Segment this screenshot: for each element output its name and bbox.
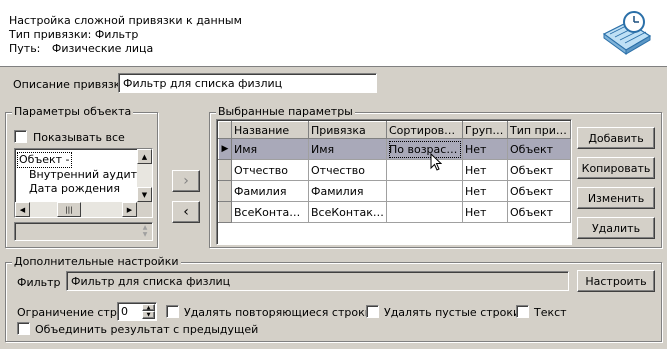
selected-params-legend: Выбранные параметры <box>216 105 355 118</box>
grid-cell[interactable]: ВсеКонтакты <box>231 201 309 223</box>
mouse-cursor-icon <box>430 152 443 175</box>
grid-cell[interactable]: Нет <box>462 138 508 160</box>
grid-header-row: Название Привязка Сортировать Групп... Т… <box>218 121 571 139</box>
edit-button[interactable]: Изменить <box>577 187 655 209</box>
extra-settings-legend: Дополнительные настройки <box>12 255 181 268</box>
scroll-right-icon[interactable]: ▶ <box>122 202 137 217</box>
grid-cell[interactable]: Нет <box>462 201 508 223</box>
grid-cell[interactable]: Фамилия <box>231 180 309 202</box>
table-row[interactable]: Отчество Отчество Нет Объект <box>218 159 571 181</box>
column-header[interactable]: Название <box>231 121 309 139</box>
dialog-title: Настройка сложной привязки к данным <box>9 14 242 27</box>
column-header[interactable]: Сортировать <box>386 121 463 139</box>
merge-results-label: Объединить результат с предыдущей <box>35 323 259 336</box>
remove-empty-checkbox[interactable] <box>366 305 379 318</box>
show-all-label: Показывать все <box>33 131 125 144</box>
tree-hscrollbar[interactable]: ◀ ||| ▶ <box>15 202 137 217</box>
object-spin-input: ▲ ▼ <box>14 222 153 241</box>
grid-cell[interactable]: Отчество <box>231 159 309 181</box>
tree-item[interactable]: Внутренний аудитор <box>17 168 151 182</box>
stepper-arrows[interactable]: ▲ ▼ <box>142 304 155 319</box>
remove-duplicates-checkbox[interactable] <box>166 305 179 318</box>
grid-cell[interactable]: Объект <box>507 159 571 181</box>
table-row[interactable]: ВсеКонтакты ВсеКонтакты Нет Объект <box>218 201 571 223</box>
path-line: Путь: Физические лица <box>9 42 153 55</box>
grid-cell[interactable]: Фамилия <box>308 180 387 202</box>
tree-vscrollbar[interactable]: ▲ ▼ <box>137 149 152 202</box>
tree-item[interactable]: Объект - <box>17 152 72 168</box>
grid-cell[interactable] <box>386 201 463 223</box>
move-left-button[interactable]: ‹ <box>172 201 200 223</box>
delete-button[interactable]: Удалить <box>577 217 655 239</box>
remove-empty-label: Удалять пустые строки <box>384 306 521 319</box>
grid-cell[interactable]: Нет <box>462 180 508 202</box>
description-input[interactable]: Фильтр для списка физлиц <box>118 73 377 93</box>
row-indicator <box>218 180 232 202</box>
merge-results-checkbox[interactable] <box>17 322 30 335</box>
row-limit-stepper[interactable]: 0 ▲ ▼ <box>117 302 157 321</box>
column-header[interactable]: Тип прив... <box>507 121 571 139</box>
show-all-checkbox[interactable] <box>14 130 27 143</box>
scroll-down-icon[interactable]: ▼ <box>137 187 152 202</box>
table-row[interactable]: ▶ Имя Имя По возраст... Нет Объект <box>218 138 571 160</box>
params-grid[interactable]: Название Привязка Сортировать Групп... Т… <box>216 119 572 245</box>
tree-item[interactable]: Дата рождения <box>17 182 151 196</box>
row-limit-label: Ограничение строк <box>17 306 131 319</box>
move-right-button[interactable]: › <box>172 170 200 192</box>
filter-field: Фильтр для списка физлиц <box>66 271 569 291</box>
row-indicator <box>218 201 232 223</box>
calendar-clock-icon <box>598 8 654 60</box>
path-label: Путь: <box>9 42 41 55</box>
grid-cell[interactable]: Нет <box>462 159 508 181</box>
scroll-corner <box>137 202 152 217</box>
row-indicator <box>218 159 232 181</box>
grid-cell[interactable]: Имя <box>308 138 387 160</box>
grid-cell[interactable] <box>386 180 463 202</box>
grid-cell[interactable]: Объект <box>507 180 571 202</box>
copy-button[interactable]: Копировать <box>577 157 655 179</box>
stepper-up-icon[interactable]: ▲ <box>142 304 155 311</box>
column-header[interactable]: Групп... <box>462 121 508 139</box>
table-row[interactable]: Фамилия Фамилия Нет Объект <box>218 180 571 202</box>
grid-cell[interactable]: ВсеКонтакты <box>308 201 387 223</box>
text-label: Текст <box>534 306 567 319</box>
current-row-indicator-icon: ▶ <box>218 138 232 160</box>
spin-arrows-icon: ▲ ▼ <box>142 224 148 238</box>
binding-type: Тип привязки: Фильтр <box>9 28 139 41</box>
row-limit-value: 0 <box>121 305 128 318</box>
stepper-down-icon[interactable]: ▼ <box>142 311 155 319</box>
scroll-up-icon[interactable]: ▲ <box>137 149 152 164</box>
grid-cell[interactable]: Имя <box>231 138 309 160</box>
object-params-legend: Параметры объекта <box>12 105 134 118</box>
filter-label: Фильтр <box>17 276 61 289</box>
configure-button[interactable]: Настроить <box>577 270 655 292</box>
grid-corner <box>218 121 232 139</box>
description-label: Описание привязки <box>13 78 128 91</box>
column-header[interactable]: Привязка <box>308 121 387 139</box>
grid-cell[interactable]: Объект <box>507 138 571 160</box>
object-tree[interactable]: Объект - Внутренний аудитор Дата рождени… <box>14 148 153 218</box>
grid-cell[interactable]: Отчество <box>308 159 387 181</box>
add-button[interactable]: Добавить <box>577 127 655 149</box>
text-checkbox[interactable] <box>516 305 529 318</box>
scroll-thumb[interactable]: ||| <box>57 202 81 217</box>
remove-duplicates-label: Удалять повторяющиеся строки <box>184 306 372 319</box>
grid-cell[interactable]: Объект <box>507 201 571 223</box>
grid-cell[interactable] <box>386 159 463 181</box>
path-value: Физические лица <box>51 42 154 55</box>
header-panel: Настройка сложной привязки к данным Тип … <box>0 0 667 67</box>
scroll-left-icon[interactable]: ◀ <box>15 202 30 217</box>
grid-cell-sort-editor[interactable]: По возраст... <box>386 138 463 160</box>
